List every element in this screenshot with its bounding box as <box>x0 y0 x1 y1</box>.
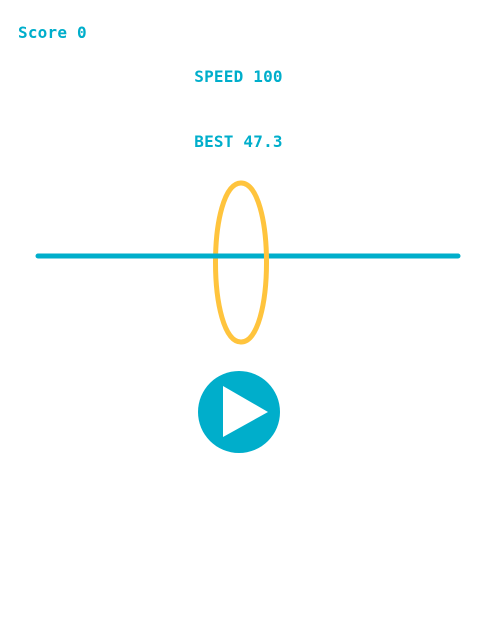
game-scene <box>35 180 461 345</box>
game-stage <box>0 0 477 614</box>
play-button[interactable] <box>198 371 280 453</box>
ring-back-half <box>213 180 244 345</box>
speed-label: SPEED 100 <box>194 67 283 86</box>
best-label: BEST 47.3 <box>194 132 283 151</box>
score-label: Score 0 <box>18 23 87 42</box>
ring-front-half <box>238 180 269 345</box>
play-icon <box>198 371 280 453</box>
